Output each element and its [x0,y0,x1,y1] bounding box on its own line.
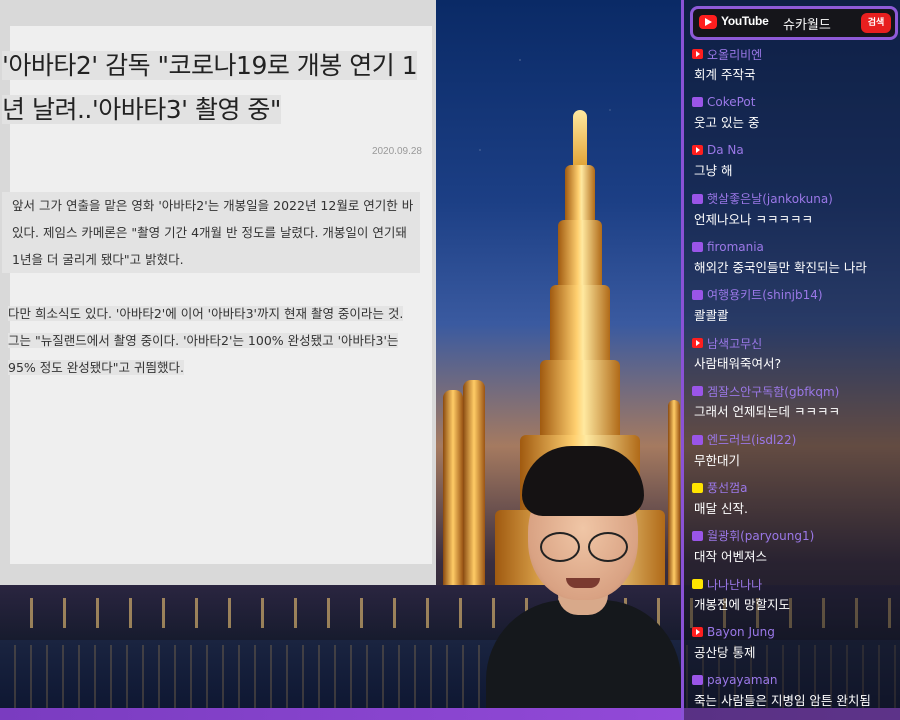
chat-panel: YouTube 슈카월드 검색 오올리비엔회계 주작국 CokePot 웃고 있는 … [681,0,900,720]
chat-message: 오올리비엔회계 주작국 [692,44,898,92]
kakao-badge-icon [692,482,703,493]
youtube-badge-icon [692,627,703,638]
twitch-badge-icon [692,386,703,397]
search-button[interactable]: 검색 [861,13,891,33]
chat-user-line: 오올리비엔 [692,44,898,64]
chat-message: 풍선껌a 매달 신작. [692,478,898,526]
streamer-webcam [486,440,681,710]
chat-message-text: 대작 어벤져스 [694,548,767,564]
chat-message-text: 공산당 통제 [694,645,756,661]
youtube-icon [699,15,717,29]
chat-message: CokePot 웃고 있는 중 [692,92,898,140]
chat-user-line: 남색고무신 [692,333,898,353]
chat-user-line: Da Na [692,140,898,160]
chat-username[interactable]: payayaman [707,673,778,687]
youtube-badge-icon [692,338,703,349]
mouth [566,578,600,588]
chat-message-text: 개봉전에 망할지도 [694,597,790,613]
chat-message: 월광휘(paryoung1) 대작 어벤져스 [692,526,898,574]
twitch-badge-icon [692,289,703,300]
shirt [486,600,681,710]
chat-message-text: 그냥 해 [694,163,733,179]
glasses-icon [534,532,634,562]
chat-message-text: 사람태워죽여서? [694,356,782,372]
chat-message: 남색고무신사람태워죽여서? [692,333,898,381]
chat-username[interactable]: 햇살좋은날(jankokuna) [707,190,833,207]
chat-user-line: payayaman [692,670,898,690]
chat-header: YouTube 슈카월드 검색 [690,6,898,40]
chat-message-list: 오올리비엔회계 주작국 CokePot 웃고 있는 중 Da Na 그냥 해햇살좋은날(… [692,44,898,719]
channel-name: 슈카월드 [783,18,831,33]
chat-message-text: 웃고 있는 중 [694,115,760,131]
twitch-badge-icon [692,193,703,204]
article-paragraph-1: 앞서 그가 연출을 맡은 영화 '아바타2'는 개봉일을 2022년 12월로 … [2,192,420,273]
chat-message: Da Na 그냥 해 [692,140,898,188]
chat-user-line: 나나난나나 [692,574,898,594]
chat-username[interactable]: 겜잘스안구독함(gbfkqm) [707,383,839,400]
chat-username[interactable]: 나나난나나 [707,576,762,593]
kakao-badge-icon [692,579,703,590]
chat-username[interactable]: 여행용키트(shinjb14) [707,286,823,303]
side-tower [443,390,463,590]
chat-message: 햇살좋은날(jankokuna) 언제나오나 ㅋㅋㅋㅋㅋ [692,189,898,237]
chat-message: 여행용키트(shinjb14) 콸콸콸 [692,285,898,333]
chat-username[interactable]: 월광휘(paryoung1) [707,527,814,544]
chat-username[interactable]: firomania [707,240,764,254]
chat-message-text: 해외간 중국인들만 확진되는 나라 [694,259,867,275]
article-date: 2020.09.28 [371,146,422,157]
chat-user-line: 겜잘스안구독함(gbfkqm) [692,381,898,401]
chat-username[interactable]: 풍선껌a [707,479,747,496]
chat-message-text: 매달 신작. [694,500,748,516]
chat-message-text: 언제나오나 ㅋㅋㅋㅋㅋ [694,211,813,227]
platform-label: YouTube [721,14,769,28]
youtube-badge-icon [692,145,703,156]
chat-user-line: 햇살좋은날(jankokuna) [692,189,898,209]
chat-user-line: CokePot [692,92,898,112]
chat-username[interactable]: 남색고무신 [707,335,762,352]
chat-message: 겜잘스안구독함(gbfkqm) 그래서 언제되는데 ㅋㅋㅋㅋ [692,381,898,429]
chat-message-text: 회계 주작국 [694,67,756,82]
chat-username[interactable]: 오올리비엔 [707,46,762,63]
article-paragraph-2: 다만 희소식도 있다. '아바타2'에 이어 '아바타3'까지 현재 촬영 중이… [8,306,404,375]
chat-user-line: 풍선껌a [692,478,898,498]
chat-user-line: 엔드러브(isdl22) [692,430,898,450]
chat-message-text: 콸콸콸 [694,307,729,323]
chat-message-text: 무한대기 [694,452,741,468]
article-headline: '아바타2' 감독 "코로나19로 개봉 연기 1년 날려..'아바타3' 촬영… [2,51,418,124]
chat-username[interactable]: Da Na [707,143,744,157]
chat-message-text: 죽는 사람들은 지병임 암튼 완치됨 [694,693,871,709]
chat-username[interactable]: 엔드러브(isdl22) [707,431,796,448]
twitch-badge-icon [692,675,703,686]
chat-user-line: 월광휘(paryoung1) [692,526,898,546]
chat-username[interactable]: CokePot [707,95,755,109]
side-tower [463,380,485,590]
chat-message: Bayon Jung 공산당 통제 [692,622,898,670]
chat-message: payayaman 죽는 사람들은 지병임 암튼 완치됨 [692,670,898,718]
hair [522,446,644,516]
chat-message: 엔드러브(isdl22) 무한대기 [692,430,898,478]
chat-user-line: 여행용키트(shinjb14) [692,285,898,305]
twitch-badge-icon [692,97,703,108]
chat-message-text: 그래서 언제되는데 ㅋㅋㅋㅋ [694,404,840,420]
twitch-badge-icon [692,434,703,445]
twitch-badge-icon [692,530,703,541]
chat-user-line: Bayon Jung [692,622,898,642]
youtube-badge-icon [692,49,703,59]
news-article-panel: '아바타2' 감독 "코로나19로 개봉 연기 1년 날려..'아바타3' 촬영… [0,0,436,585]
chat-message: 나나난나나개봉전에 망할지도 [692,574,898,622]
twitch-badge-icon [692,241,703,252]
chat-message: firomania 해외간 중국인들만 확진되는 나라 [692,237,898,285]
chat-username[interactable]: Bayon Jung [707,625,775,639]
chat-user-line: firomania [692,237,898,257]
